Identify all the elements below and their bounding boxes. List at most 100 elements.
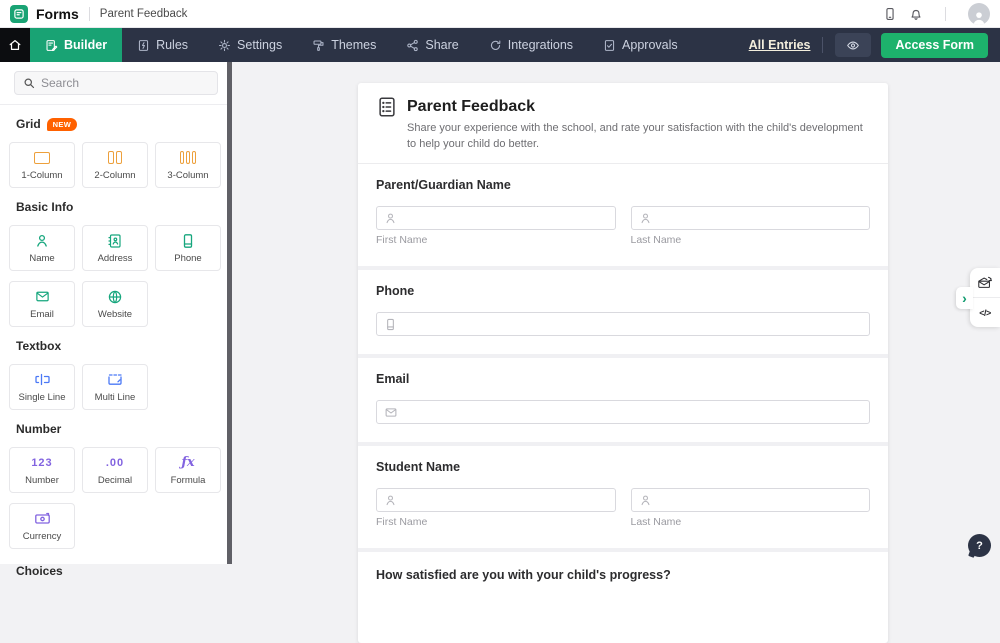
brand-name: Forms xyxy=(36,6,79,22)
form-preview-card: Parent Feedback Share your experience wi… xyxy=(358,83,888,643)
element-single-line[interactable]: Single Line xyxy=(9,364,75,410)
envelope-icon xyxy=(34,289,51,305)
new-badge: NEW xyxy=(47,118,77,131)
tab-integrations[interactable]: Integrations xyxy=(474,28,588,62)
tab-settings[interactable]: Settings xyxy=(203,28,297,62)
person-icon xyxy=(639,212,652,225)
email-notification-button[interactable] xyxy=(970,268,1000,297)
tab-builder[interactable]: Builder xyxy=(30,28,122,62)
elements-sidebar: Grid NEW 1-Column 2-Column 3-Column xyxy=(0,62,232,564)
section-title-textbox: Textbox xyxy=(16,339,61,353)
tab-label: Themes xyxy=(331,38,376,52)
search-icon xyxy=(23,77,35,89)
header-divider xyxy=(945,7,946,21)
preview-eye-button[interactable] xyxy=(835,33,871,57)
notification-email-icon xyxy=(977,275,993,290)
element-2-column[interactable]: 2-Column xyxy=(82,142,148,188)
app-logo[interactable]: Forms xyxy=(0,5,79,23)
currency-banknote-icon xyxy=(34,511,51,527)
user-avatar[interactable] xyxy=(968,3,990,25)
sublabel-last-name: Last Name xyxy=(631,234,871,246)
element-formula[interactable]: ƒx Formula xyxy=(155,447,221,493)
single-line-icon xyxy=(34,372,51,388)
code-icon: </> xyxy=(979,308,991,318)
element-email[interactable]: Email xyxy=(9,281,75,327)
header-divider xyxy=(89,7,90,21)
person-icon xyxy=(384,494,397,507)
all-entries-link[interactable]: All Entries xyxy=(749,38,811,52)
search-input[interactable] xyxy=(41,76,191,90)
current-form-title: Parent Feedback xyxy=(100,8,188,20)
email-input[interactable] xyxy=(377,401,869,423)
form-canvas: Parent Feedback Share your experience wi… xyxy=(233,62,1000,564)
person-icon xyxy=(34,233,50,249)
mobile-app-icon[interactable] xyxy=(883,7,897,21)
tab-label: Integrations xyxy=(508,38,573,52)
home-button[interactable] xyxy=(0,28,30,62)
help-button[interactable]: ? xyxy=(968,534,991,557)
student-last-name-input[interactable] xyxy=(632,489,870,511)
element-3-column[interactable]: 3-Column xyxy=(155,142,221,188)
sidebar-scrollbar[interactable] xyxy=(227,62,232,564)
field-satisfaction[interactable]: How satisfied are you with your child's … xyxy=(358,552,888,598)
element-number[interactable]: 123 Number xyxy=(9,447,75,493)
sublabel-last-name: Last Name xyxy=(631,516,871,528)
first-name-input[interactable] xyxy=(377,207,615,229)
person-icon xyxy=(639,494,652,507)
sublabel-first-name: First Name xyxy=(376,516,616,528)
element-address[interactable]: Address xyxy=(82,225,148,271)
tab-label: Builder xyxy=(64,38,107,52)
phone-icon xyxy=(180,233,196,249)
element-name[interactable]: Name xyxy=(9,225,75,271)
sublabel-first-name: First Name xyxy=(376,234,616,246)
tab-rules[interactable]: Rules xyxy=(122,28,203,62)
builder-navbar: Builder Rules Settings Themes Share Inte… xyxy=(0,28,1000,62)
globe-icon xyxy=(107,289,123,305)
right-tools-drawer: </> xyxy=(970,268,1000,327)
tab-share[interactable]: Share xyxy=(391,28,473,62)
envelope-icon xyxy=(384,406,398,419)
phone-icon xyxy=(384,318,397,331)
phone-input[interactable] xyxy=(377,313,869,335)
chevron-right-icon: › xyxy=(962,290,967,306)
person-icon xyxy=(384,212,397,225)
tab-label: Settings xyxy=(237,38,282,52)
section-title-choices: Choices xyxy=(16,564,63,578)
three-column-icon xyxy=(180,150,196,166)
access-form-button[interactable]: Access Form xyxy=(881,33,988,58)
form-document-icon xyxy=(376,96,398,118)
notifications-bell-icon[interactable] xyxy=(909,7,923,21)
element-phone[interactable]: Phone xyxy=(155,225,221,271)
two-column-icon xyxy=(108,150,122,166)
element-multi-line[interactable]: Multi Line xyxy=(82,364,148,410)
field-phone[interactable]: Phone xyxy=(358,270,888,354)
student-first-name-input[interactable] xyxy=(377,489,615,511)
element-website[interactable]: Website xyxy=(82,281,148,327)
section-title-grid: Grid xyxy=(16,117,41,131)
tab-label: Rules xyxy=(156,38,188,52)
element-search[interactable] xyxy=(14,71,218,95)
form-title: Parent Feedback xyxy=(407,98,535,116)
element-decimal[interactable]: .00 Decimal xyxy=(82,447,148,493)
last-name-input[interactable] xyxy=(632,207,870,229)
section-title-number: Number xyxy=(16,422,61,436)
tab-label: Share xyxy=(425,38,458,52)
tab-approvals[interactable]: Approvals xyxy=(588,28,693,62)
source-code-button[interactable]: </> xyxy=(970,297,1000,327)
field-email[interactable]: Email xyxy=(358,358,888,442)
tab-themes[interactable]: Themes xyxy=(297,28,391,62)
element-currency[interactable]: Currency xyxy=(9,503,75,549)
one-column-icon xyxy=(34,150,50,166)
element-1-column[interactable]: 1-Column xyxy=(9,142,75,188)
drawer-expand-tab[interactable]: › xyxy=(956,287,973,309)
form-header[interactable]: Parent Feedback Share your experience wi… xyxy=(358,83,888,164)
address-book-icon xyxy=(107,233,123,249)
decimal-icon: .00 xyxy=(106,455,124,471)
field-student-name[interactable]: Student Name First Name Last Name xyxy=(358,446,888,548)
multi-line-icon xyxy=(107,372,123,388)
tab-label: Approvals xyxy=(622,38,678,52)
form-description: Share your experience with the school, a… xyxy=(407,121,870,153)
section-title-basic-info: Basic Info xyxy=(16,200,73,214)
field-parent-name[interactable]: Parent/Guardian Name First Name Last Nam… xyxy=(358,164,888,266)
number-123-icon: 123 xyxy=(31,455,52,471)
